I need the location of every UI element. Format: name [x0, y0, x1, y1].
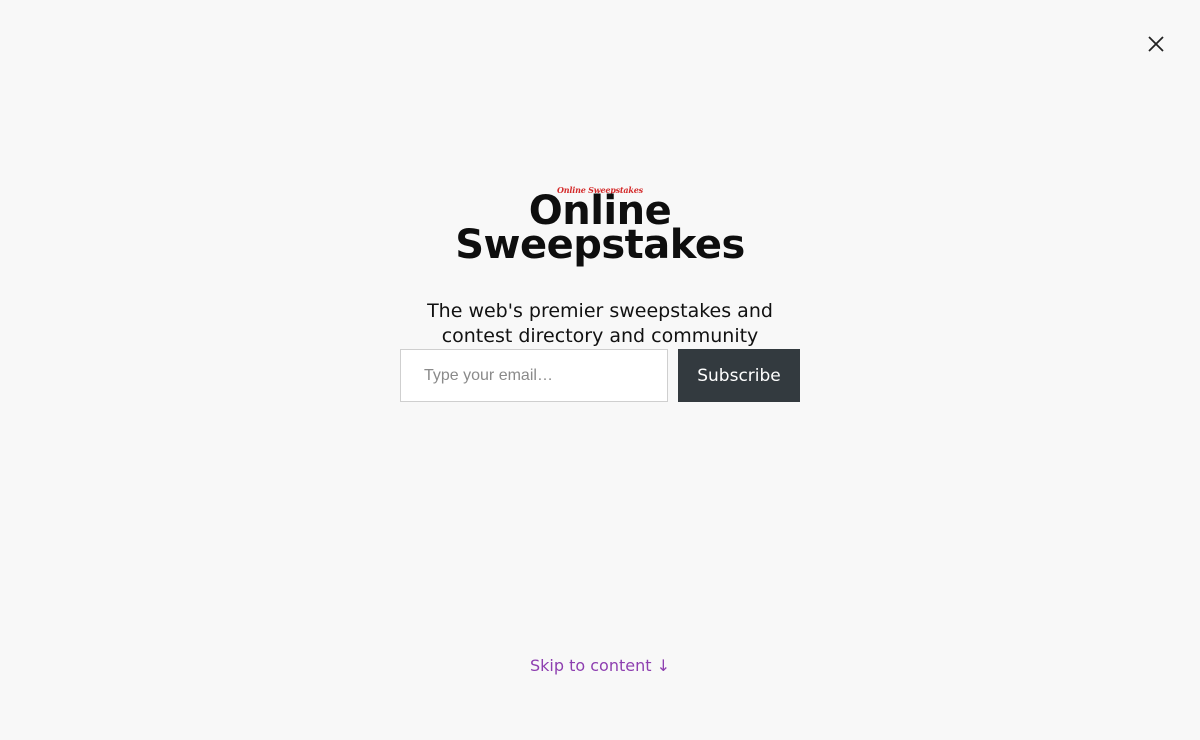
- subscribe-form: Subscribe: [400, 349, 800, 402]
- subscribe-button[interactable]: Subscribe: [678, 349, 800, 402]
- site-title-line-2: Sweepstakes: [455, 222, 745, 268]
- email-input[interactable]: [400, 349, 668, 402]
- tagline-line-1: The web's premier sweepstakes and: [427, 300, 773, 322]
- subscribe-overlay: Online Sweepstakes Online Sweepstakes Th…: [0, 0, 1200, 740]
- skip-to-content-label[interactable]: Skip to content ↓: [530, 656, 670, 675]
- close-icon: [1145, 33, 1167, 55]
- site-title: Online Sweepstakes: [0, 191, 1200, 268]
- tagline-line-2: contest directory and community: [441, 325, 759, 347]
- skip-to-content-link: Skip to content ↓: [0, 656, 1200, 675]
- tagline: The web's premier sweepstakes and contes…: [400, 299, 800, 349]
- close-button[interactable]: [1145, 33, 1167, 55]
